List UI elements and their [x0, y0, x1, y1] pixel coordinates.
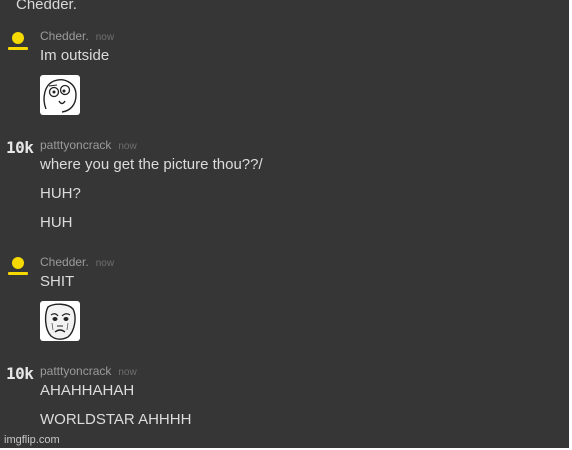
avatar[interactable]: 10k [6, 364, 34, 383]
derp-rage-face-icon[interactable] [40, 75, 80, 115]
message-text: WORLDSTAR AHHHH [40, 411, 192, 428]
username[interactable]: patttyoncrack [40, 364, 111, 378]
chat-panel: Chedder. Chedder. now Im outside 10k patt… [0, 0, 569, 448]
avatar[interactable]: 10k [6, 138, 34, 157]
timestamp: now [118, 367, 137, 378]
timestamp: now [95, 258, 115, 269]
timestamp: now [118, 141, 137, 152]
message-text: SHIT [40, 273, 75, 290]
message-header: Chedder. now [40, 255, 114, 271]
yellow-person-icon[interactable] [6, 30, 32, 52]
message-header: Chedder. now [40, 29, 114, 45]
timestamp: now [95, 32, 115, 43]
message-text: HUH [40, 214, 73, 231]
username[interactable]: Chedder. [40, 29, 89, 43]
message-text: HUH? [40, 185, 81, 202]
message-text: AHAHHAHAH [40, 382, 135, 399]
username[interactable]: patttyoncrack [40, 138, 111, 152]
okay-rage-face-icon[interactable] [40, 301, 80, 341]
partial-username: Chedder. [16, 0, 77, 13]
message-text: Im outside [40, 47, 110, 64]
message-header: patttyoncrack now [40, 364, 137, 380]
message-text: where you get the picture thou??/ [40, 156, 263, 173]
username[interactable]: Chedder. [40, 255, 89, 269]
message-header: patttyoncrack now [40, 138, 137, 154]
yellow-person-icon[interactable] [6, 255, 32, 277]
watermark: imgflip.com [4, 434, 60, 446]
